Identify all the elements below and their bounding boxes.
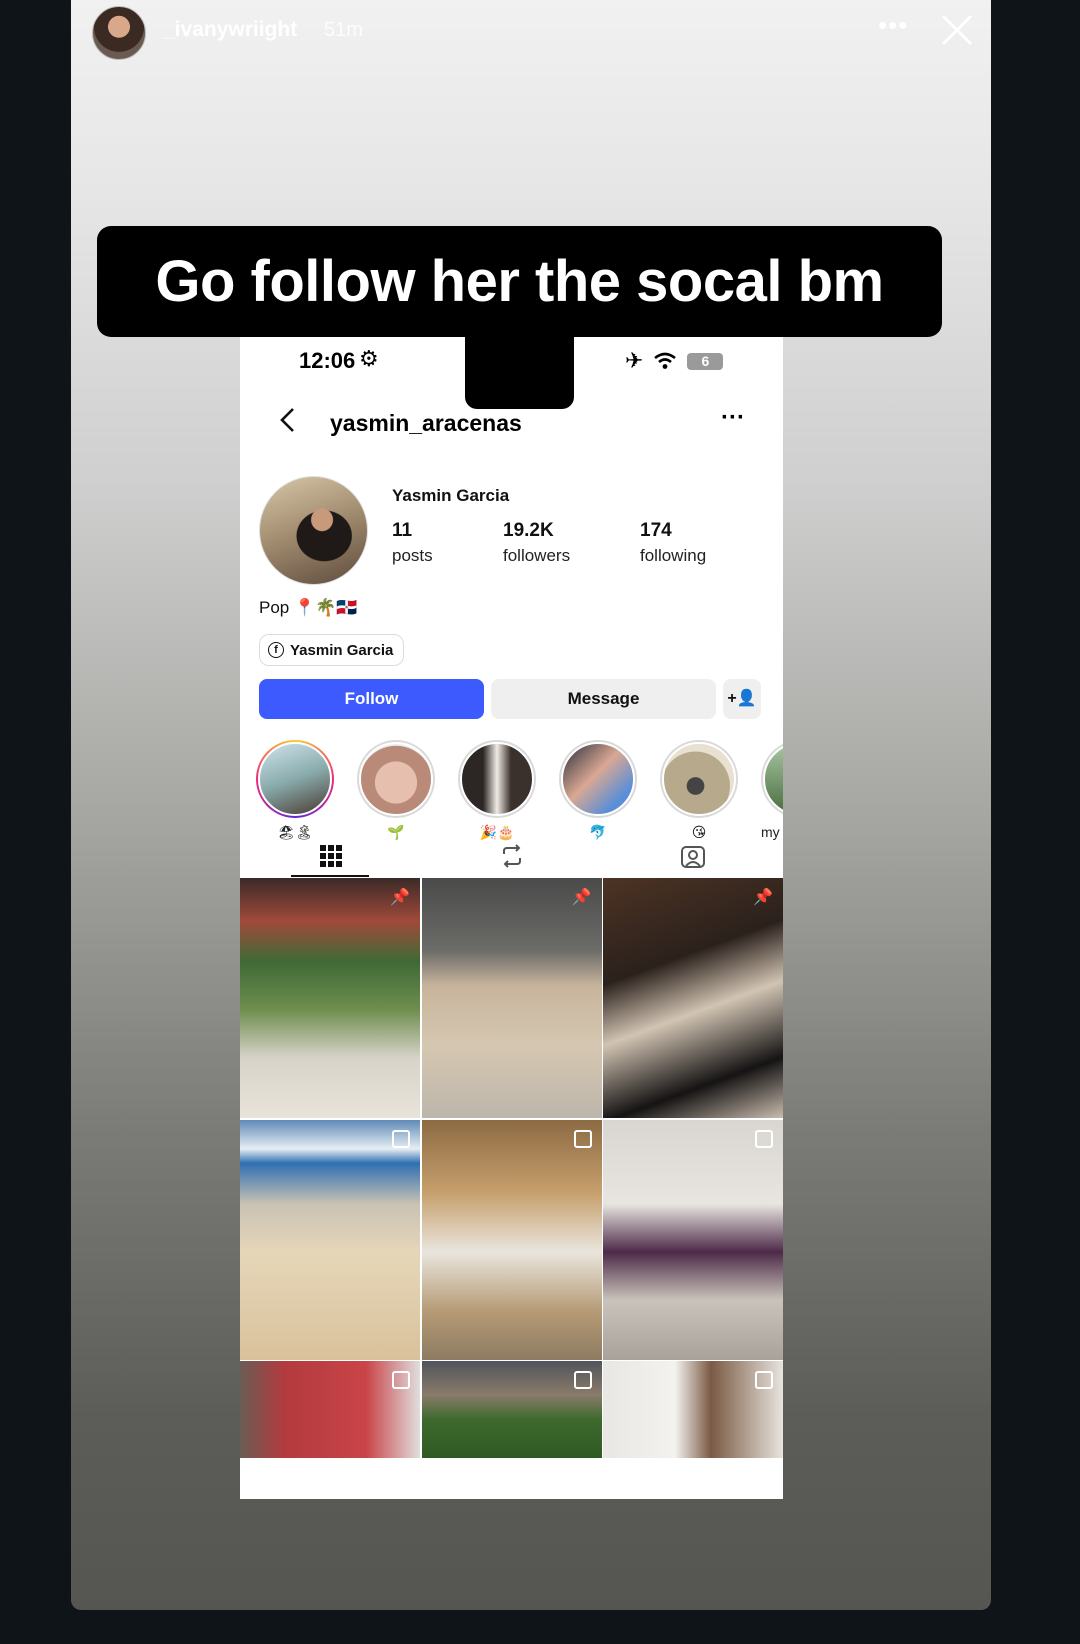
grid-icon [319, 845, 342, 867]
status-indicators: ✈ 6 [625, 348, 724, 374]
profile-display-name: Yasmin Garcia [392, 486, 510, 505]
stat-posts[interactable]: 11 posts [392, 520, 433, 566]
post-thumbnail[interactable]: 📌 [603, 878, 783, 1118]
highlight-cover [763, 742, 783, 816]
stat-value: 19.2K [503, 520, 554, 541]
stat-label: followers [503, 546, 571, 565]
stat-value: 11 [392, 520, 413, 541]
laughing-emoji: 😂 [485, 324, 554, 389]
post-thumbnail[interactable] [421, 1119, 602, 1360]
stat-label: posts [392, 546, 433, 565]
story-timestamp: 51m [324, 19, 363, 41]
story-more-button[interactable]: ••• [878, 10, 908, 41]
profile-username: yasmin_aracenas [330, 410, 522, 436]
highlight-cover [258, 742, 332, 816]
post-thumbnail[interactable] [421, 1361, 602, 1458]
pin-icon: 📌 [753, 889, 773, 906]
pin-icon: 📌 [390, 889, 410, 906]
carousel-icon [392, 1129, 410, 1148]
carousel-icon [573, 1371, 592, 1389]
follow-button[interactable]: Follow [259, 679, 484, 719]
profile-bio: Pop 📍🌴🇩🇴 [259, 598, 358, 617]
story-caption: Go follow her the socal bm [97, 226, 942, 337]
highlight-cover [359, 742, 433, 816]
highlight-item[interactable]: 🌱 [357, 740, 435, 841]
story-avatar[interactable] [92, 6, 146, 60]
post-thumbnail[interactable] [603, 1361, 783, 1458]
stat-value: 174 [640, 520, 672, 541]
carousel-icon [392, 1371, 410, 1389]
close-icon[interactable] [939, 12, 975, 48]
status-time: 12:06 [299, 348, 356, 373]
facebook-link-chip[interactable]: f Yasmin Garcia [259, 634, 405, 666]
highlight-item[interactable]: 🎉🎂 [458, 740, 536, 841]
post-thumbnail[interactable] [603, 1119, 783, 1360]
embedded-profile-screenshot: 12:06 ⚙ ✈ 6 yasmin_aracenas ··· Yasmin G… [240, 336, 783, 1499]
tab-reposts[interactable] [421, 835, 602, 877]
stat-followers[interactable]: 19.2K followers [503, 520, 570, 566]
highlight-item[interactable]: my l [761, 740, 783, 840]
message-button[interactable]: Message [491, 679, 716, 719]
highlight-item[interactable]: 🏖🏝 [256, 740, 334, 841]
post-thumbnail[interactable]: 📌 [240, 878, 420, 1118]
stat-label: following [640, 546, 707, 565]
profile-tabs [240, 835, 783, 877]
back-chevron-icon[interactable] [278, 406, 296, 434]
caption-emoji-tab: 😂 [465, 324, 574, 409]
post-thumbnail[interactable] [240, 1119, 420, 1360]
carousel-icon [755, 1129, 773, 1148]
wifi-icon [654, 352, 677, 369]
tab-tagged[interactable] [602, 835, 783, 877]
airplane-icon: ✈ [625, 348, 644, 373]
carousel-icon [755, 1371, 773, 1389]
story-header: _ivanywriight 51m ••• [71, 0, 991, 62]
posts-grid: 📌 📌 📌 [240, 878, 783, 1458]
profile-avatar[interactable] [259, 476, 368, 585]
tagged-person-icon [680, 846, 705, 868]
stat-following[interactable]: 174 following [640, 520, 706, 566]
add-user-icon[interactable]: +👤 [723, 679, 761, 719]
carousel-icon [573, 1129, 592, 1148]
gear-icon: ⚙ [359, 346, 379, 371]
story-frame: _ivanywriight 51m ••• 12:06 ⚙ ✈ 6 yasmin… [71, 0, 991, 1610]
battery-indicator: 6 [687, 352, 724, 370]
active-tab-underline [291, 875, 369, 877]
facebook-icon: f [268, 642, 284, 658]
pin-icon: 📌 [571, 889, 592, 906]
post-thumbnail[interactable] [240, 1361, 420, 1458]
story-username[interactable]: _ivanywriight [163, 18, 297, 42]
highlight-cover [662, 742, 736, 816]
highlight-item[interactable]: 😘 [660, 740, 738, 841]
highlight-item[interactable]: 🐬 [559, 740, 637, 841]
repost-icon [502, 844, 521, 868]
post-thumbnail[interactable]: 📌 [421, 878, 602, 1118]
highlight-cover [460, 742, 534, 816]
highlight-cover [561, 742, 635, 816]
facebook-link-label: Yasmin Garcia [290, 641, 394, 659]
more-options-icon[interactable]: ··· [721, 404, 745, 432]
tab-posts-grid[interactable] [240, 835, 421, 877]
